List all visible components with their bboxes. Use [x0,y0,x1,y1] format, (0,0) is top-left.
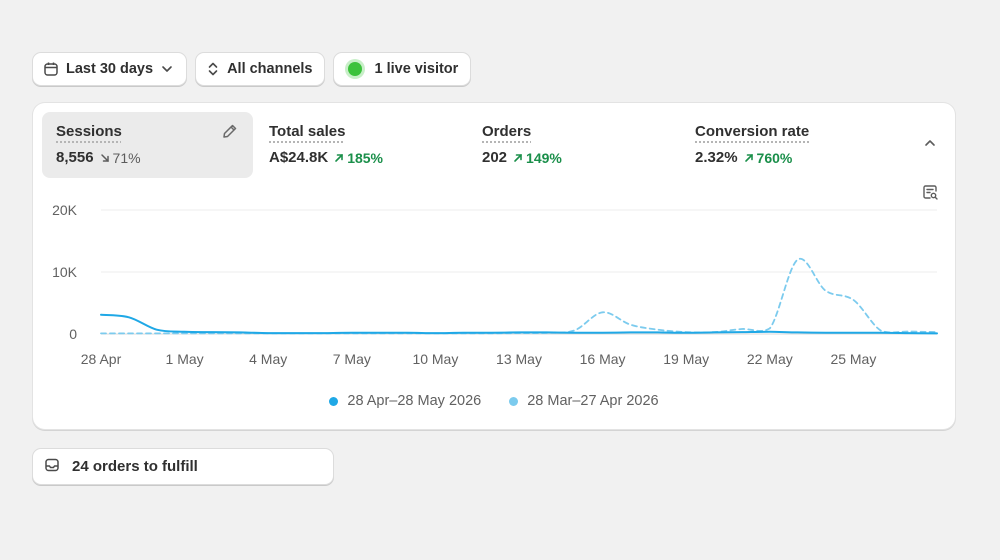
date-range-button[interactable]: Last 30 days [33,53,187,85]
x-tick-label: 10 May [412,351,458,367]
date-range-label: Last 30 days [66,61,154,77]
channels-label: All channels [227,61,313,77]
x-tick-label: 16 May [580,351,626,367]
x-tick-label: 22 May [747,351,793,367]
x-tick-label: 28 Apr [81,351,122,367]
x-tick-label: 13 May [496,351,542,367]
x-tick-label: 19 May [663,351,709,367]
calendar-icon [43,61,59,77]
live-visitors-label: 1 live visitor [374,61,459,77]
analytics-card: Sessions 8,556 71% Total sales A$24.8K 1… [33,103,955,429]
legend-swatch [509,396,519,406]
orders-to-fulfill-label: 24 orders to fulfill [72,458,198,475]
channels-button[interactable]: All channels [196,53,325,85]
legend-label: 28 Apr–28 May 2026 [347,393,482,409]
x-tick-label: 7 May [333,351,371,367]
x-tick-label: 4 May [249,351,287,367]
y-tick-label: 20K [52,202,78,218]
y-tick-label: 0 [69,326,77,342]
legend-item-current[interactable]: 28 Apr–28 May 2026 [329,393,481,409]
orders-to-fulfill-button[interactable]: 24 orders to fulfill [33,449,333,484]
live-status-dot [348,62,363,76]
legend-swatch [329,396,339,406]
inbox-icon [44,457,60,477]
sessions-chart: 0 10K 20K 28 Apr 1 May 4 May 7 May 10 May 13 May… [52,202,938,367]
filter-bar: Last 30 days All channels 1 live visitor [33,53,471,85]
series-line-current [100,313,938,335]
legend-item-previous[interactable]: 28 Mar–27 Apr 2026 [509,393,659,409]
y-tick-label: 10K [52,264,78,280]
legend-label: 28 Mar–27 Apr 2026 [527,393,659,409]
chart-legend: 28 Apr–28 May 2026 28 Mar–27 Apr 2026 [33,393,955,409]
chevron-down-icon [160,62,174,76]
live-visitors-button[interactable]: 1 live visitor [334,53,471,85]
x-tick-label: 1 May [166,351,204,367]
up-down-chevrons-icon [206,61,220,77]
series-line-previous [100,257,938,335]
x-tick-label: 25 May [830,351,876,367]
